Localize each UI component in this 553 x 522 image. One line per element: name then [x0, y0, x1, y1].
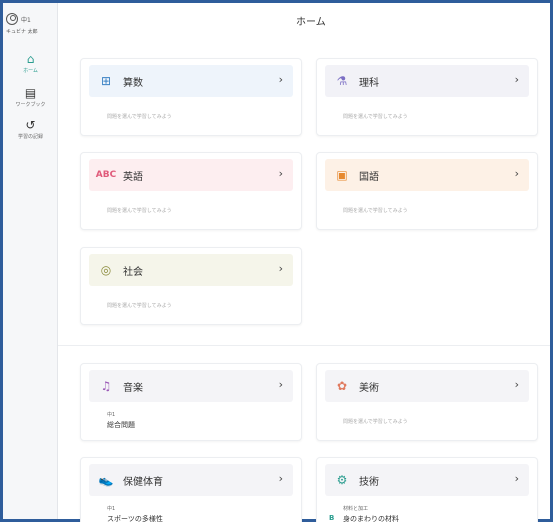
- subject-header[interactable]: ⚗ 理科 ›: [325, 65, 529, 97]
- sidebar: 中1 キュビナ 太郎 ⌂ ホーム ▤ ワークブック ↺ 学習の記録: [3, 3, 58, 519]
- book-icon: ▣: [336, 168, 348, 182]
- avatar-icon: [6, 13, 18, 25]
- subject-card-art[interactable]: ✿ 美術 › 問題を選んで学習してみよう: [316, 363, 538, 441]
- subject-header[interactable]: ⚙ 技術 ›: [325, 464, 529, 496]
- subject-card-pe[interactable]: 👟 保健体育 › 中1 スポーツの多様性: [80, 457, 302, 522]
- sidebar-item-label: 学習の記録: [17, 134, 43, 140]
- subject-header[interactable]: ABC 英語 ›: [89, 159, 293, 191]
- subject-name: 理科: [359, 77, 379, 89]
- subject-task: スポーツの多様性: [107, 515, 163, 522]
- subject-task: 身のまわりの材料: [343, 515, 399, 522]
- palette-icon: ✿: [336, 379, 348, 393]
- sidebar-item-workbook[interactable]: ▤ ワークブック: [3, 87, 58, 108]
- subject-header[interactable]: ◎ 社会 ›: [89, 254, 293, 286]
- shoe-icon: 👟: [98, 473, 114, 487]
- subject-card-english[interactable]: ABC 英語 › 問題を選んで学習してみよう: [80, 152, 302, 230]
- sidebar-item-label: ホーム: [23, 68, 38, 74]
- chevron-right-icon: ›: [278, 472, 283, 485]
- flask-icon: ⚗: [336, 74, 348, 88]
- user-grade: 中1: [21, 16, 31, 24]
- music-icon: ♫: [100, 379, 112, 393]
- workbook-icon: ▤: [24, 86, 37, 100]
- history-icon: ↺: [25, 118, 36, 132]
- subject-unit: 材料と加工: [343, 506, 369, 512]
- subject-hint: 問題を選んで学習してみよう: [107, 303, 172, 309]
- subject-card-math[interactable]: ⊞ 算数 › 問題を選んで学習してみよう: [80, 58, 302, 136]
- chevron-right-icon: ›: [514, 472, 519, 485]
- globe-icon: ◎: [100, 263, 112, 277]
- subject-grade: 中1: [107, 506, 116, 512]
- chevron-right-icon: ›: [278, 167, 283, 180]
- abc-icon: ABC: [95, 170, 117, 180]
- user-profile[interactable]: 中1 キュビナ 太郎: [6, 13, 58, 35]
- subject-header[interactable]: ✿ 美術 ›: [325, 370, 529, 402]
- chevron-right-icon: ›: [514, 73, 519, 86]
- subject-task: 総合問題: [107, 421, 135, 429]
- subject-hint: 問題を選んで学習してみよう: [107, 114, 172, 120]
- sidebar-item-history[interactable]: ↺ 学習の記録: [3, 119, 58, 140]
- subject-name: 美術: [359, 382, 379, 394]
- subject-name: 社会: [123, 266, 143, 278]
- subject-card-japanese[interactable]: ▣ 国語 › 問題を選んで学習してみよう: [316, 152, 538, 230]
- sidebar-item-home[interactable]: ⌂ ホーム: [3, 53, 58, 74]
- chevron-right-icon: ›: [514, 167, 519, 180]
- subject-card-science[interactable]: ⚗ 理科 › 問題を選んで学習してみよう: [316, 58, 538, 136]
- subject-name: 算数: [123, 77, 143, 89]
- chevron-right-icon: ›: [278, 378, 283, 391]
- page-title: ホーム: [296, 17, 326, 28]
- subject-hint: 問題を選んで学習してみよう: [343, 419, 408, 425]
- abacus-icon: ⊞: [100, 74, 112, 88]
- subject-hint: 問題を選んで学習してみよう: [343, 208, 408, 214]
- subject-grade: 中1: [107, 412, 116, 418]
- subject-name: 保健体育: [123, 476, 163, 488]
- subject-card-music[interactable]: ♫ 音楽 › 中1 総合問題: [80, 363, 302, 441]
- chevron-right-icon: ›: [514, 378, 519, 391]
- chevron-right-icon: ›: [278, 262, 283, 275]
- subject-header[interactable]: ▣ 国語 ›: [325, 159, 529, 191]
- subject-header[interactable]: ⊞ 算数 ›: [89, 65, 293, 97]
- chevron-right-icon: ›: [278, 73, 283, 86]
- subject-name: 国語: [359, 171, 379, 183]
- home-icon: ⌂: [26, 52, 35, 66]
- subject-name: 技術: [359, 476, 379, 488]
- subject-card-tech[interactable]: ⚙ 技術 › 材料と加工 B 身のまわりの材料: [316, 457, 538, 522]
- subject-header[interactable]: ♫ 音楽 ›: [89, 370, 293, 402]
- subject-name: 音楽: [123, 382, 143, 394]
- subject-card-social[interactable]: ◎ 社会 › 問題を選んで学習してみよう: [80, 247, 302, 325]
- subject-hint: 問題を選んで学習してみよう: [107, 208, 172, 214]
- gear-icon: ⚙: [336, 473, 348, 487]
- unit-tag-badge: B: [329, 514, 335, 522]
- user-name: キュビナ 太郎: [6, 29, 38, 35]
- subject-hint: 問題を選んで学習してみよう: [343, 114, 408, 120]
- section-divider: [58, 345, 550, 346]
- sidebar-item-label: ワークブック: [15, 102, 46, 108]
- subject-header[interactable]: 👟 保健体育 ›: [89, 464, 293, 496]
- subject-name: 英語: [123, 171, 143, 183]
